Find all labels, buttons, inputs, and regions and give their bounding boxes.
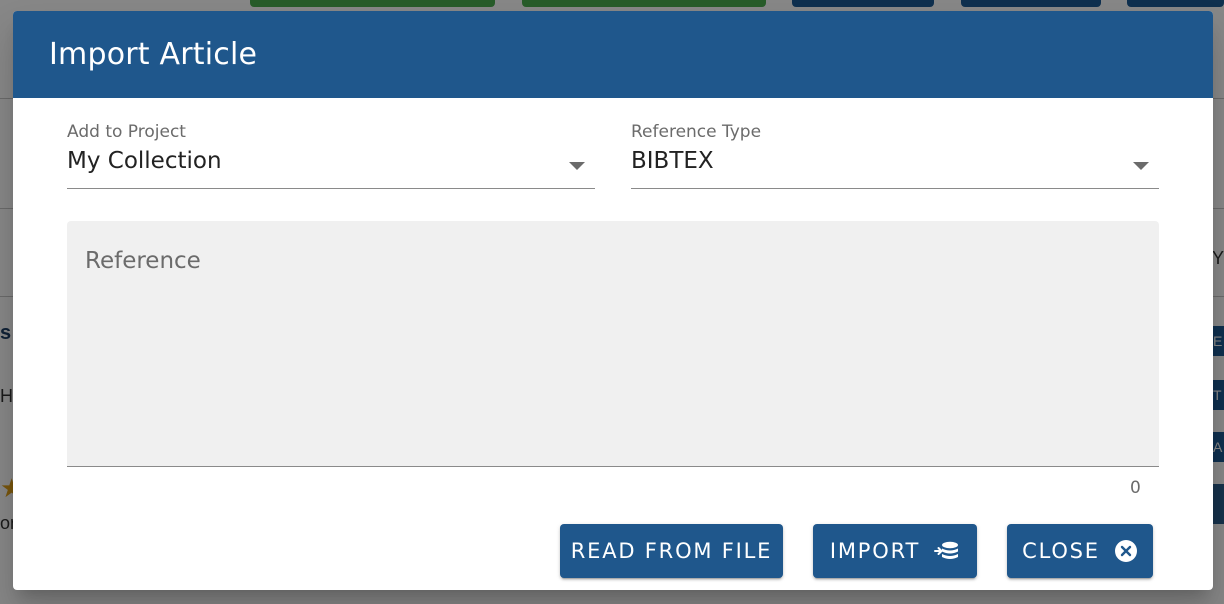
field-underline xyxy=(631,188,1159,189)
character-counter: 0 xyxy=(1130,478,1141,498)
close-circle-icon xyxy=(1114,539,1138,563)
add-to-project-value: My Collection xyxy=(67,148,222,174)
add-to-project-label: Add to Project xyxy=(67,122,186,142)
reference-type-select[interactable]: Reference Type BIBTEX xyxy=(631,122,1159,189)
close-button[interactable]: CLOSE xyxy=(1007,524,1153,578)
reference-type-label: Reference Type xyxy=(631,122,762,142)
dialog-header: Import Article xyxy=(13,11,1213,98)
read-from-file-label: READ FROM FILE xyxy=(570,539,773,563)
chevron-down-icon[interactable] xyxy=(1133,162,1149,170)
field-underline xyxy=(67,188,595,189)
close-label: CLOSE xyxy=(1022,539,1100,563)
import-button[interactable]: IMPORT xyxy=(813,524,977,578)
import-label: IMPORT xyxy=(829,539,921,563)
chevron-down-icon[interactable] xyxy=(569,162,585,170)
reference-textarea[interactable] xyxy=(85,281,1141,456)
import-article-dialog: Import Article Add to Project My Collect… xyxy=(13,11,1213,590)
add-to-project-select[interactable]: Add to Project My Collection xyxy=(67,122,595,189)
read-from-file-button[interactable]: READ FROM FILE xyxy=(560,524,783,578)
dialog-title: Import Article xyxy=(49,37,258,72)
database-import-icon xyxy=(934,540,960,562)
reference-label: Reference xyxy=(85,248,201,274)
reference-field[interactable]: Reference xyxy=(67,221,1159,467)
reference-type-value: BIBTEX xyxy=(631,148,714,174)
